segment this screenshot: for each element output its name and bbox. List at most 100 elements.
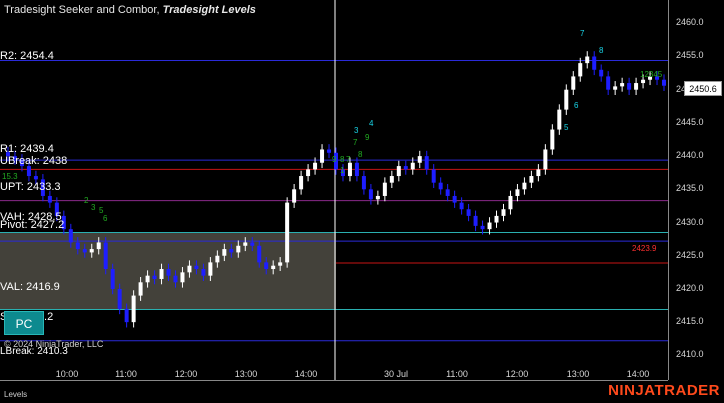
- time-tick: 14:00: [294, 369, 318, 379]
- candle-body: [417, 156, 422, 163]
- time-tick: 11:00: [446, 369, 468, 379]
- candle-body: [375, 195, 380, 200]
- chart-canvas[interactable]: [0, 0, 724, 403]
- candle-body: [194, 265, 199, 270]
- candle-body: [68, 229, 73, 243]
- candle-body: [445, 189, 450, 196]
- candle-body: [159, 269, 164, 279]
- price-tick: 2415.0: [676, 316, 704, 327]
- candle-body: [494, 215, 499, 223]
- candle-body: [543, 149, 548, 170]
- candle-body: [306, 169, 311, 177]
- copyright-text: © 2024 NinjaTrader, LLC: [4, 339, 104, 349]
- candle-body: [578, 63, 583, 77]
- candle-body: [480, 225, 485, 230]
- time-tick: 30 Jul: [383, 369, 409, 379]
- candle-body: [550, 129, 555, 150]
- candle-body: [257, 245, 262, 263]
- candle-body: [508, 195, 513, 210]
- candle-body: [466, 209, 471, 216]
- level-label-ubreak: UBreak: 2438: [0, 155, 68, 167]
- seeker-count-label: 7: [346, 155, 351, 164]
- candle-body: [662, 79, 666, 86]
- seeker-count-label: 2: [84, 196, 89, 205]
- candle-body: [431, 169, 436, 183]
- time-axis[interactable]: [0, 380, 668, 381]
- candle-body: [396, 166, 401, 177]
- seeker-count-label: 7: [353, 138, 358, 147]
- candle-body: [585, 56, 590, 64]
- candle-body: [627, 83, 632, 90]
- candle-body: [271, 265, 276, 270]
- seeker-count-label: 9: [332, 155, 337, 164]
- ninjatrader-logo: NINJATRADER: [608, 382, 720, 399]
- candle-body: [103, 242, 108, 270]
- candle-body: [613, 86, 618, 90]
- candle-body: [180, 272, 185, 283]
- candle-body: [264, 262, 269, 270]
- level-label-val: VAL: 2416.9: [0, 281, 60, 293]
- candle-body: [459, 202, 464, 210]
- candle-body: [529, 176, 534, 183]
- candle-body: [536, 169, 541, 177]
- seeker-count-label: 2423.9: [632, 244, 657, 253]
- candle-body: [117, 288, 122, 309]
- candle-body: [592, 56, 597, 70]
- candle-body: [236, 245, 241, 253]
- candle-body: [487, 222, 492, 230]
- time-tick: 11:00: [115, 369, 137, 379]
- price-tick: 2430.0: [676, 216, 704, 227]
- price-tick: 2455.0: [676, 50, 704, 61]
- price-tick: 2425.0: [676, 249, 704, 260]
- candle-body: [145, 275, 150, 283]
- candle-body: [215, 255, 220, 263]
- candle-body: [368, 189, 373, 200]
- candle-body: [89, 249, 94, 253]
- candle-body: [473, 215, 478, 226]
- candle-body: [138, 282, 143, 296]
- candle-body: [634, 83, 639, 90]
- candle-body: [299, 176, 304, 190]
- candle-body: [96, 242, 101, 250]
- seeker-count-label: 9: [365, 133, 370, 142]
- time-tick: 12:00: [505, 369, 529, 379]
- price-tick: 2445.0: [676, 116, 704, 127]
- candle-body: [152, 275, 157, 279]
- candle-body: [389, 176, 394, 183]
- pc-button[interactable]: PC: [4, 311, 44, 335]
- candle-body: [599, 69, 604, 77]
- candle-body: [201, 269, 206, 276]
- seeker-count-label: 3: [354, 126, 359, 135]
- seeker-count-label: 6: [574, 101, 579, 110]
- candle-body: [208, 262, 213, 276]
- time-tick: 14:00: [626, 369, 650, 379]
- candle-body: [620, 83, 625, 87]
- seeker-count-label: 8: [358, 150, 363, 159]
- last-price-marker: 2450.6: [684, 81, 722, 96]
- candle-body: [382, 182, 387, 196]
- candle-body: [571, 76, 576, 90]
- candle-body: [82, 249, 87, 253]
- candle-body: [229, 249, 234, 253]
- candle-body: [515, 189, 520, 196]
- price-tick: 2435.0: [676, 183, 704, 194]
- time-tick: 13:00: [566, 369, 590, 379]
- seeker-count-label: 7: [580, 29, 585, 38]
- title-plain: Tradesight Seeker and Combor,: [4, 4, 160, 16]
- candle-body: [354, 162, 359, 177]
- title-italic: Tradesight Levels: [162, 4, 256, 16]
- price-tick: 2420.0: [676, 282, 704, 293]
- seeker-count-label: 1: [340, 166, 345, 175]
- levels-footer-label: Levels: [4, 390, 28, 399]
- candle-body: [110, 269, 115, 289]
- candle-body: [26, 166, 31, 177]
- price-tick: 2440.0: [676, 150, 704, 161]
- level-label-pivot: Pivot: 2427.2: [0, 219, 65, 231]
- seeker-count-label: 15.3: [2, 172, 18, 181]
- candle-body: [124, 308, 129, 323]
- candle-body: [641, 79, 646, 84]
- time-tick: 13:00: [234, 369, 258, 379]
- time-tick: 12:00: [174, 369, 198, 379]
- candle-body: [438, 182, 443, 190]
- time-tick: 10:00: [55, 369, 79, 379]
